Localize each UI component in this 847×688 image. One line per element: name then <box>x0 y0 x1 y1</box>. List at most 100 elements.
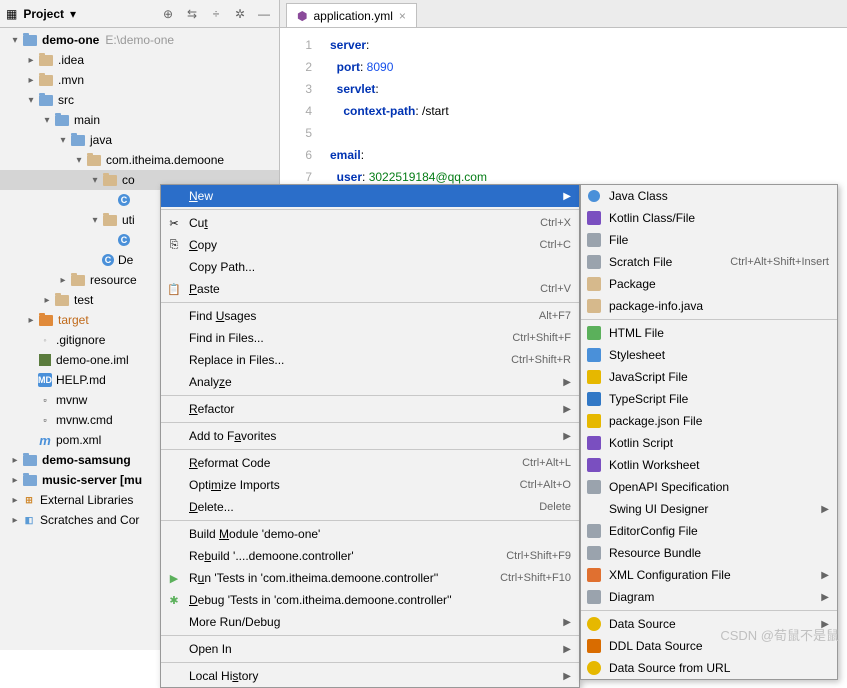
menu-icon: 📋 <box>165 283 183 296</box>
menu-item[interactable]: File <box>581 229 837 251</box>
menu-item[interactable]: Swing UI Designer▶ <box>581 498 837 520</box>
expand-icon[interactable]: ▸ <box>24 315 38 326</box>
expand-icon[interactable]: ▾ <box>88 175 102 186</box>
menu-item[interactable]: ▶Run 'Tests in 'com.itheima.demoone.cont… <box>161 567 579 589</box>
expand-icon[interactable]: ▾ <box>40 115 54 126</box>
expand-icon[interactable]: ▸ <box>40 295 54 306</box>
file-type-icon <box>585 255 603 269</box>
menu-item[interactable]: TypeScript File <box>581 388 837 410</box>
menu-item[interactable]: Resource Bundle <box>581 542 837 564</box>
menu-item[interactable]: Delete...Delete <box>161 496 579 518</box>
menu-label: Package <box>609 277 829 291</box>
menu-label: XML Configuration File <box>609 568 813 582</box>
menu-item[interactable]: Open In▶ <box>161 638 579 660</box>
expand-icon[interactable]: ▸ <box>8 495 22 506</box>
dropdown-icon[interactable]: ▾ <box>70 7 76 21</box>
menu-item[interactable]: Find in Files...Ctrl+Shift+F <box>161 327 579 349</box>
menu-item[interactable]: Local History▶ <box>161 665 579 687</box>
target-icon[interactable]: ⊕ <box>159 5 177 23</box>
menu-icon: ✂ <box>165 217 183 230</box>
new-submenu[interactable]: Java ClassKotlin Class/File File Scratch F… <box>580 184 838 680</box>
context-menu[interactable]: New▶✂CutCtrl+X⎘CopyCtrl+CCopy Path...📋Pa… <box>160 184 580 688</box>
menu-item[interactable]: Diagram▶ <box>581 586 837 608</box>
tree-item[interactable]: ▸.idea <box>0 50 279 70</box>
expand-icon[interactable]: ▾ <box>24 95 38 106</box>
tree-label: resource <box>90 273 137 287</box>
expand-icon[interactable]: ▸ <box>8 515 22 526</box>
expand-icon[interactable]: ▾ <box>88 215 102 226</box>
expand-icon[interactable]: ▾ <box>56 135 70 146</box>
menu-item[interactable]: HTML File <box>581 322 837 344</box>
arrow-down-icon[interactable]: ⇆ <box>183 5 201 23</box>
menu-item[interactable]: ✂CutCtrl+X <box>161 212 579 234</box>
tree-item[interactable]: ▾src <box>0 90 279 110</box>
tab-application-yml[interactable]: ⬢ application.yml × <box>286 3 417 27</box>
menu-label: package.json File <box>609 414 829 428</box>
menu-item[interactable]: Refactor▶ <box>161 398 579 420</box>
tree-item[interactable]: ▸.mvn <box>0 70 279 90</box>
menu-label: File <box>609 233 829 247</box>
tree-item[interactable]: ▾demo-oneE:\demo-one <box>0 30 279 50</box>
menu-item[interactable]: Stylesheet <box>581 344 837 366</box>
menu-item[interactable]: Scratch FileCtrl+Alt+Shift+Insert <box>581 251 837 273</box>
tree-item[interactable]: ▾java <box>0 130 279 150</box>
expand-icon[interactable]: ▸ <box>56 275 70 286</box>
tree-label: External Libraries <box>40 493 133 507</box>
close-icon[interactable]: × <box>399 9 406 23</box>
menu-item[interactable]: ✱Debug 'Tests in 'com.itheima.demoone.co… <box>161 589 579 611</box>
tree-label: uti <box>122 213 135 227</box>
shortcut: Alt+F7 <box>539 310 571 322</box>
tree-label: mvnw <box>56 393 87 407</box>
menu-item[interactable]: XML Configuration File▶ <box>581 564 837 586</box>
menu-item[interactable]: JavaScript File <box>581 366 837 388</box>
tree-label: target <box>58 313 89 327</box>
menu-item[interactable]: Build Module 'demo-one' <box>161 523 579 545</box>
menu-item[interactable]: Package <box>581 273 837 295</box>
menu-item[interactable]: Kotlin Worksheet <box>581 454 837 476</box>
menu-item[interactable]: Data Source from URL <box>581 657 837 679</box>
tree-item[interactable]: ▾ com.itheima.demoone <box>0 150 279 170</box>
menu-item[interactable]: More Run/Debug▶ <box>161 611 579 633</box>
menu-label: Kotlin Script <box>609 436 829 450</box>
menu-item[interactable]: Find UsagesAlt+F7 <box>161 305 579 327</box>
file-type-icon <box>585 277 603 291</box>
expand-icon[interactable]: ▸ <box>8 475 22 486</box>
menu-item[interactable]: Optimize ImportsCtrl+Alt+O <box>161 474 579 496</box>
menu-item[interactable]: package.json File <box>581 410 837 432</box>
menu-item[interactable]: ⎘CopyCtrl+C <box>161 234 579 256</box>
tree-label: com.itheima.demoone <box>106 153 224 167</box>
menu-label: Cut <box>189 216 540 230</box>
gear-icon[interactable]: ✲ <box>231 5 249 23</box>
menu-label: Find Usages <box>189 309 539 323</box>
divider-icon[interactable]: ÷ <box>207 5 225 23</box>
expand-icon[interactable]: ▾ <box>72 155 86 166</box>
tree-label: main <box>74 113 100 127</box>
menu-item[interactable]: Kotlin Class/File <box>581 207 837 229</box>
expand-icon[interactable]: ▸ <box>24 75 38 86</box>
menu-item[interactable]: OpenAPI Specification <box>581 476 837 498</box>
menu-item[interactable]: Java Class <box>581 185 837 207</box>
file-type-icon <box>585 590 603 604</box>
menu-item[interactable]: Rebuild '....demoone.controller'Ctrl+Shi… <box>161 545 579 567</box>
submenu-arrow-icon: ▶ <box>563 617 571 628</box>
expand-icon[interactable]: ▾ <box>8 35 22 46</box>
tree-label: music-server [mu <box>42 473 142 487</box>
tree-label: De <box>118 253 133 267</box>
menu-item[interactable]: EditorConfig File <box>581 520 837 542</box>
menu-item[interactable]: 📋PasteCtrl+V <box>161 278 579 300</box>
expand-icon[interactable]: ▸ <box>24 55 38 66</box>
menu-label: Refactor <box>189 402 555 416</box>
collapse-icon[interactable]: — <box>255 5 273 23</box>
menu-item[interactable]: New▶ <box>161 185 579 207</box>
menu-item[interactable]: Add to Favorites▶ <box>161 425 579 447</box>
menu-item[interactable]: Replace in Files...Ctrl+Shift+R <box>161 349 579 371</box>
menu-label: Run 'Tests in 'com.itheima.demoone.contr… <box>189 571 500 585</box>
menu-item[interactable]: Analyze▶ <box>161 371 579 393</box>
menu-item[interactable]: Kotlin Script <box>581 432 837 454</box>
menu-item[interactable]: package-info.java <box>581 295 837 317</box>
expand-icon[interactable]: ▸ <box>8 455 22 466</box>
menu-item[interactable]: Reformat CodeCtrl+Alt+L <box>161 452 579 474</box>
menu-label: Scratch File <box>609 255 730 269</box>
menu-item[interactable]: Copy Path... <box>161 256 579 278</box>
tree-item[interactable]: ▾ main <box>0 110 279 130</box>
